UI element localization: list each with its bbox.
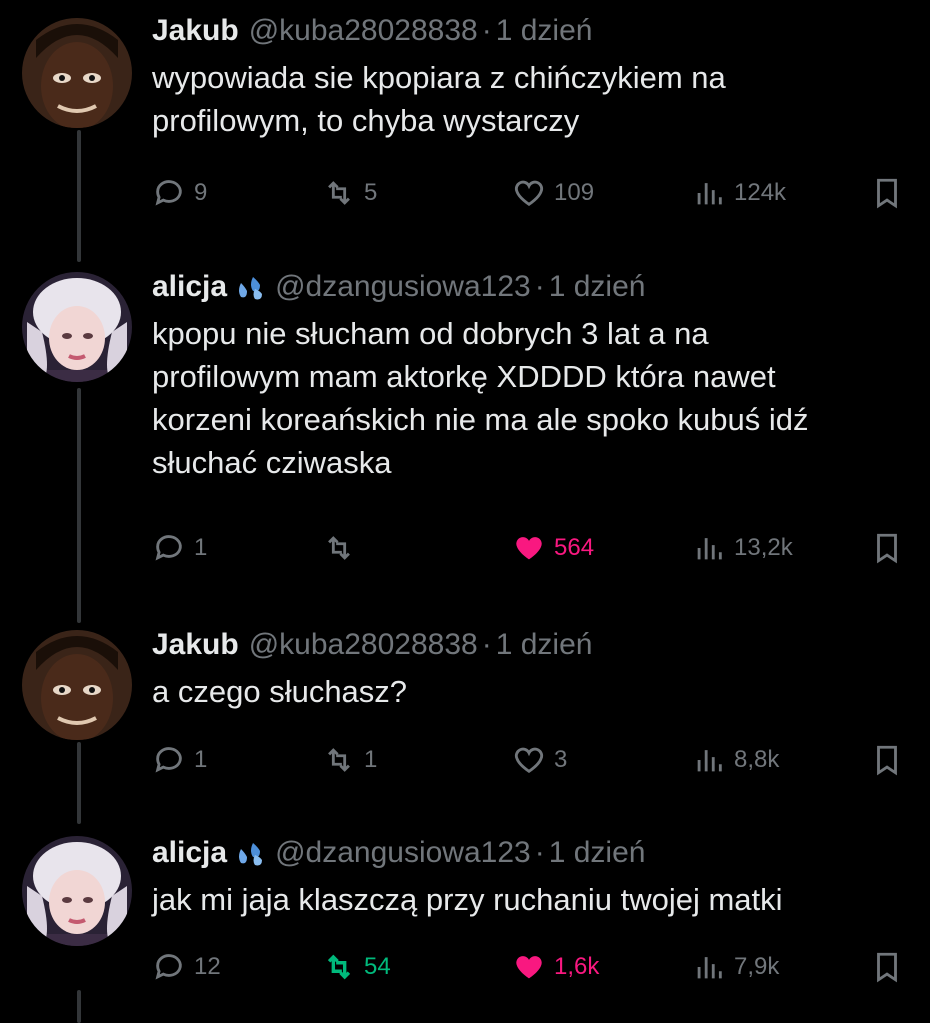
reply-icon: [155, 747, 182, 773]
reply-button[interactable]: 9: [152, 173, 207, 213]
bookmark-button[interactable]: [870, 173, 912, 213]
bookmark-icon: [877, 178, 897, 209]
avatar[interactable]: [22, 272, 132, 382]
tweet-actions: 9 5 109 124k: [152, 173, 912, 213]
tweet-text: a czego słuchasz?: [152, 674, 408, 709]
view-count: 8,8k: [734, 746, 780, 773]
avatar-woman-icon: [22, 836, 132, 946]
like-count: 3: [554, 746, 568, 773]
heart-filled-icon: [516, 537, 542, 560]
views-icon: [697, 957, 722, 979]
like-button[interactable]: 1,6k: [512, 947, 599, 987]
author-name[interactable]: alicja: [152, 268, 227, 306]
author-handle[interactable]: @dzangusiowa123: [275, 834, 531, 872]
views-icon: [697, 183, 722, 205]
tweet[interactable]: Jakub @kuba28028838 · 1 dzień wypowiada …: [0, 12, 930, 242]
author-name[interactable]: alicja: [152, 834, 227, 872]
tweet-text: jak mi jaja klaszczą przy ruchaniu twoje…: [152, 882, 783, 917]
droplets-emoji-icon: [239, 843, 263, 866]
timestamp[interactable]: 1 dzień: [496, 626, 593, 664]
view-count: 13,2k: [734, 534, 793, 561]
reply-button[interactable]: 1: [152, 528, 207, 568]
bookmark-icon: [877, 533, 897, 564]
reply-count: 1: [194, 746, 208, 773]
reply-count: 12: [194, 953, 221, 980]
thread-line: [77, 990, 81, 1023]
like-button[interactable]: 564: [512, 528, 594, 568]
heart-icon: [514, 180, 544, 207]
like-count: 564: [554, 534, 595, 561]
separator: ·: [534, 270, 545, 303]
retweet-button[interactable]: [322, 528, 364, 568]
bookmark-button[interactable]: [870, 947, 912, 987]
avatar[interactable]: [22, 836, 132, 946]
retweet-icon: [328, 536, 350, 560]
bookmark-icon: [877, 745, 897, 776]
views-button[interactable]: 13,2k: [692, 528, 793, 568]
like-count: 1,6k: [554, 953, 600, 980]
retweet-count: 54: [364, 953, 391, 980]
retweet-count: 1: [364, 746, 378, 773]
separator: ·: [481, 14, 492, 47]
separator: ·: [481, 628, 492, 661]
heart-icon: [514, 747, 544, 774]
heart-filled-icon: [516, 956, 542, 979]
reply-button[interactable]: 1: [152, 740, 207, 780]
retweet-button[interactable]: 1: [322, 740, 377, 780]
view-count: 124k: [734, 179, 787, 206]
views-button[interactable]: 7,9k: [692, 947, 779, 987]
avatar-woman-icon: [22, 272, 132, 382]
retweet-icon: [328, 181, 350, 205]
views-button[interactable]: 8,8k: [692, 740, 779, 780]
reply-icon: [155, 180, 182, 206]
bookmark-button[interactable]: [870, 740, 912, 780]
tweet[interactable]: Jakub @kuba28028838 · 1 dzień a czego sł…: [0, 626, 930, 796]
avatar[interactable]: [22, 18, 132, 128]
author-handle[interactable]: @kuba28028838: [249, 626, 478, 664]
timestamp[interactable]: 1 dzień: [549, 834, 646, 872]
reply-count: 1: [194, 534, 208, 561]
reply-icon: [155, 954, 182, 980]
like-button[interactable]: 109: [512, 173, 594, 213]
retweet-icon: [328, 748, 350, 772]
view-count: 7,9k: [734, 953, 780, 980]
bookmark-icon: [877, 952, 897, 983]
tweet-actions: 1 564 13,2k: [152, 528, 912, 568]
author-name[interactable]: Jakub: [152, 626, 239, 664]
timestamp[interactable]: 1 dzień: [549, 268, 646, 306]
author-handle[interactable]: @dzangusiowa123: [275, 268, 531, 306]
bookmark-button[interactable]: [870, 528, 912, 568]
avatar[interactable]: [22, 630, 132, 740]
retweet-count: 5: [364, 179, 378, 206]
timestamp[interactable]: 1 dzień: [496, 12, 593, 50]
author-name[interactable]: Jakub: [152, 12, 239, 50]
tweet-text: wypowiada sie kpopiara z chińczykiem na …: [152, 60, 726, 138]
avatar-man-icon: [22, 18, 132, 128]
reply-count: 9: [194, 179, 208, 206]
avatar-man-icon: [22, 630, 132, 740]
retweet-button[interactable]: 5: [322, 173, 377, 213]
tweet[interactable]: alicja @dzangusiowa123 · 1 dzień kpopu n…: [0, 268, 930, 598]
views-button[interactable]: 124k: [692, 173, 786, 213]
views-icon: [697, 538, 722, 560]
reply-icon: [155, 535, 182, 561]
reply-button[interactable]: 12: [152, 947, 221, 987]
tweet[interactable]: alicja @dzangusiowa123 · 1 dzień jak mi …: [0, 834, 930, 994]
retweet-icon: [327, 954, 351, 980]
tweet-actions: 12 54 1,6k 7,9k: [152, 947, 912, 987]
author-handle[interactable]: @kuba28028838: [249, 12, 478, 50]
like-count: 109: [554, 179, 595, 206]
tweet-actions: 1 1 3 8,8k: [152, 740, 912, 780]
retweet-button[interactable]: 54: [322, 947, 391, 987]
separator: ·: [534, 836, 545, 869]
droplets-emoji-icon: [239, 277, 263, 300]
like-button[interactable]: 3: [512, 740, 567, 780]
tweet-text: kpopu nie słucham od dobrych 3 lat a na …: [152, 316, 809, 480]
views-icon: [697, 750, 722, 772]
